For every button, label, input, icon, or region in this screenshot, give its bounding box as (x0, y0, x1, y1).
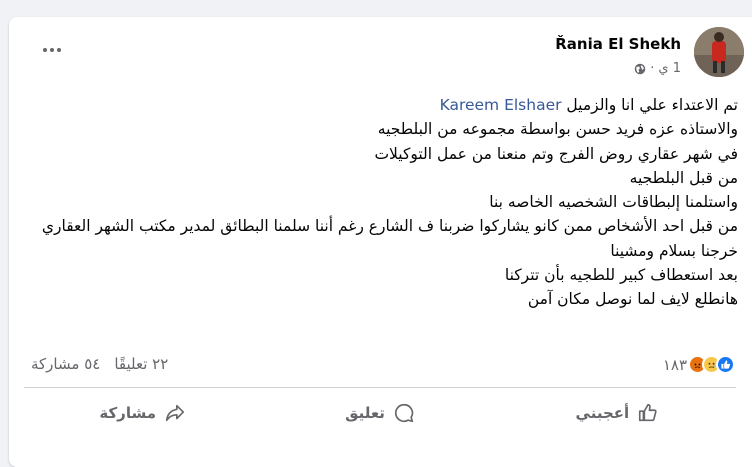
more-options-icon[interactable] (39, 40, 65, 60)
post-text-line: من قبل احد الأشخاص ممن كانو يشاركوا ضربن… (41, 217, 738, 236)
post-text-line: والاستاذه عزه فريد حسن بواسطة مجموعه من … (377, 120, 738, 139)
share-button[interactable]: مشاركة (24, 395, 261, 431)
avatar[interactable] (694, 27, 744, 77)
like-button-label: أعجبني (575, 404, 630, 422)
reaction-icons (688, 355, 735, 374)
thumbs-up-icon (639, 403, 657, 422)
post-stats: ١٨٣ ٢٢ تعليقًا ٥٤ مشاركة (9, 353, 752, 377)
reactions-count: ١٨٣ (662, 355, 687, 374)
post-time[interactable]: 1 ي (658, 61, 681, 76)
meta-separator: · (650, 61, 655, 76)
reactions-summary[interactable]: ١٨٣ (663, 355, 735, 374)
shares-count[interactable]: ٥٤ مشاركة (31, 355, 100, 373)
actions-divider (24, 387, 736, 388)
post-header: Řania El Shekh 1 ي · (9, 17, 752, 87)
post-text-prefix: تم الاعتداء علي انا والزميل (561, 96, 738, 114)
author-name[interactable]: Řania El Shekh (555, 35, 681, 53)
post-text-line: بعد استعطاف كبير للطجيه بأن تتركنا (504, 266, 738, 285)
post-text-line: واستلمنا إلبطاقات الشخصيه الخاصه بنا (489, 193, 738, 212)
post-text-line: تم الاعتداء علي انا والزميل Kareem Elsha… (38, 93, 738, 117)
post-text-line: هانطلع لايف لما نوصل مكان آمن (527, 290, 738, 309)
post-text-line: خرجنا بسلام ومشينا (610, 241, 738, 260)
post-text-line: في شهر عقاري روض الفرج وتم منعنا من عمل … (374, 144, 738, 163)
post-text: تم الاعتداء علي انا والزميل Kareem Elsha… (38, 93, 738, 312)
post-card: Řania El Shekh 1 ي · تم الاعتداء علي انا… (9, 17, 752, 467)
share-button-label: مشاركة (99, 404, 156, 422)
avatar-photo (694, 27, 744, 77)
comment-button[interactable]: تعليق (261, 395, 498, 431)
mention-link[interactable]: Kareem Elshaer (440, 96, 562, 114)
like-icon (716, 355, 735, 374)
action-bar: أعجبني تعليق مشاركة (24, 395, 736, 431)
like-button[interactable]: أعجبني (499, 395, 736, 431)
comment-icon (394, 403, 414, 423)
share-icon (165, 404, 185, 422)
engagement-counts: ٢٢ تعليقًا ٥٤ مشاركة (31, 355, 168, 373)
comments-count[interactable]: ٢٢ تعليقًا (114, 355, 168, 373)
globe-icon (635, 63, 646, 74)
comment-button-label: تعليق (345, 404, 385, 422)
post-meta: 1 ي · (634, 61, 681, 76)
post-text-line: من قبل البلطجيه (629, 168, 738, 187)
